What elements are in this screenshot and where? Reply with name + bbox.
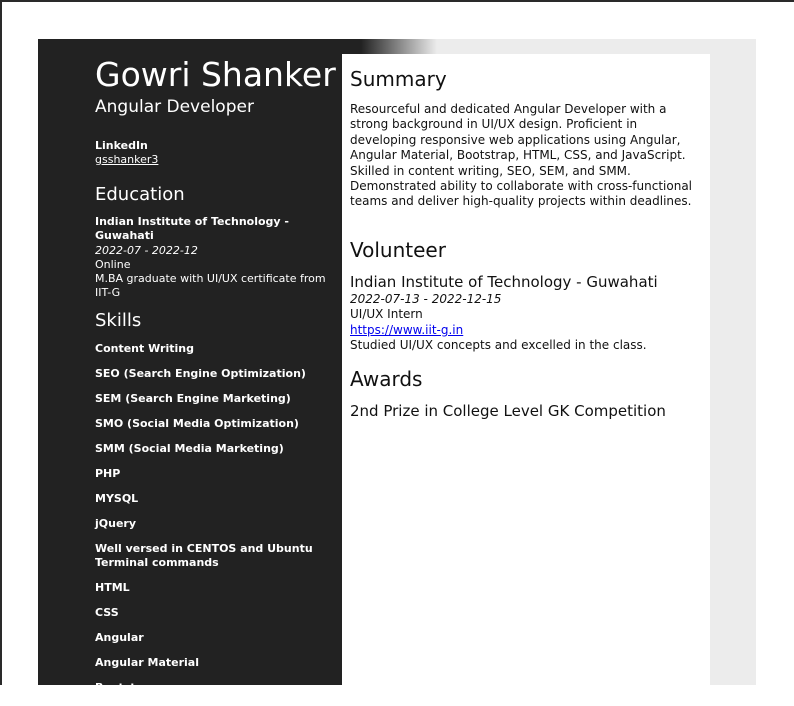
- candidate-name: Gowri Shanker: [95, 55, 336, 94]
- volunteer-position: UI/UX Intern: [350, 307, 423, 321]
- skill-item: PHP: [95, 467, 121, 480]
- education-institution: Indian Institute of Technology - Guwahat…: [95, 215, 289, 242]
- volunteer-website-link[interactable]: https://www.iit-g.in: [350, 323, 463, 338]
- education-dates: 2022-07 - 2022-12: [95, 244, 198, 257]
- candidate-title: Angular Developer: [95, 97, 254, 117]
- resume-main-column: Summary Resourceful and dedicated Angula…: [342, 54, 710, 685]
- skill-item: SEM (Search Engine Marketing): [95, 392, 291, 405]
- education-heading: Education: [95, 184, 185, 205]
- skill-item: jQuery: [95, 517, 137, 530]
- skill-item: Bootstrap: [95, 681, 157, 694]
- skill-item: Well versed in CENTOS and Ubuntu Termina…: [95, 542, 313, 569]
- sidebar-gradient-edge: [342, 39, 437, 54]
- skill-item: Angular Material: [95, 656, 199, 669]
- skill-item: SMO (Social Media Optimization): [95, 417, 299, 430]
- skill-item: HTML: [95, 581, 130, 594]
- skill-item: CSS: [95, 606, 119, 619]
- linkedin-label: LinkedIn: [95, 139, 148, 152]
- summary-heading: Summary: [350, 67, 447, 91]
- volunteer-summary: Studied UI/UX concepts and excelled in t…: [350, 338, 647, 352]
- skill-item: Angular: [95, 631, 144, 644]
- volunteer-organization: Indian Institute of Technology - Guwahat…: [350, 273, 658, 291]
- window-border-left: [0, 0, 2, 685]
- skill-item: MYSQL: [95, 492, 139, 505]
- skill-item: SMM (Social Media Marketing): [95, 442, 284, 455]
- skill-item: SEO (Search Engine Optimization): [95, 367, 306, 380]
- skills-list: Content Writing SEO (Search Engine Optim…: [95, 342, 330, 706]
- skill-item: Content Writing: [95, 342, 194, 355]
- award-item: 2nd Prize in College Level GK Competitio…: [350, 402, 666, 420]
- education-mode: Online: [95, 258, 131, 271]
- volunteer-dates: 2022-07-13 - 2022-12-15: [350, 292, 502, 306]
- awards-heading: Awards: [350, 367, 423, 391]
- education-description: M.BA graduate with UI/UX certificate fro…: [95, 272, 326, 299]
- volunteer-heading: Volunteer: [350, 238, 446, 262]
- resume-sidebar: Gowri Shanker Angular Developer LinkedIn…: [38, 39, 342, 694]
- linkedin-link[interactable]: gsshanker3: [95, 153, 158, 167]
- skills-heading: Skills: [95, 310, 142, 331]
- window-border-top: [0, 0, 794, 2]
- summary-text: Resourceful and dedicated Angular Develo…: [350, 102, 693, 209]
